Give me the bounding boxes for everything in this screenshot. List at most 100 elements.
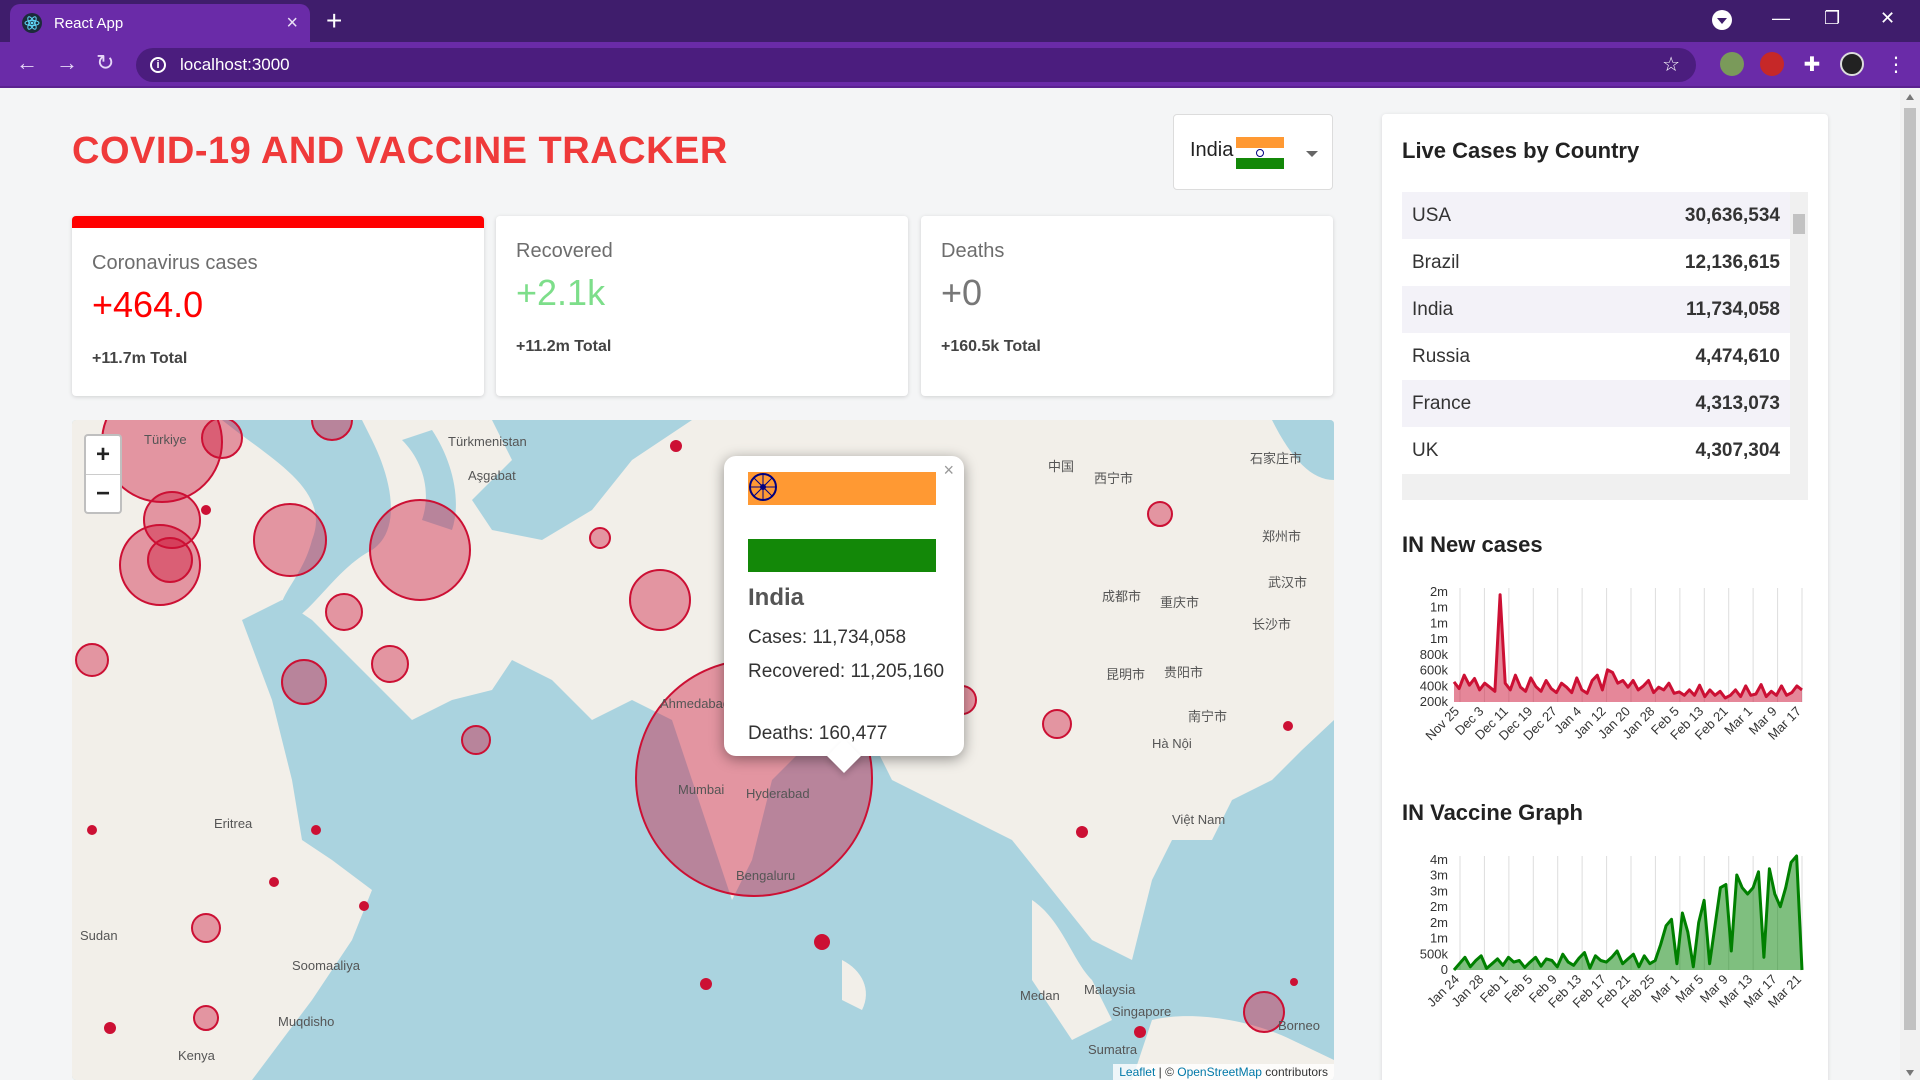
map-label: 成都市 [1102,589,1142,604]
reload-icon[interactable]: ↻ [96,52,114,74]
live-cases-title: Live Cases by Country [1402,138,1640,163]
map-label: Hà Nội [1152,736,1192,751]
table-row: USA 30,636,534 [1402,192,1790,239]
page: COVID-19 AND VACCINE TRACKER India Coron… [0,90,1900,1080]
vaccine-chart-title: IN Vaccine Graph [1402,800,1583,825]
tab-search-icon[interactable] [1712,10,1732,30]
attribution-separator: | © [1155,1065,1178,1079]
browser-tab[interactable]: React App × [10,4,310,42]
map-attribution: Leaflet | © OpenStreetMap contributors [1113,1064,1334,1080]
map-label: Aşgabat [468,468,516,483]
map-label: 贵阳市 [1164,665,1204,680]
card-value: +0 [941,272,983,313]
map-label: Kenya [178,1048,215,1063]
new-tab-icon[interactable]: + [326,7,342,35]
card-title: Deaths [941,240,1005,262]
table-row: Russia 4,474,610 [1402,333,1790,380]
row-country: France [1412,392,1472,414]
y-tick-label: 1m [1430,600,1448,615]
map-label: Việt Nam [1172,812,1226,827]
table-scrollbar[interactable] [1790,192,1808,482]
y-tick-label: 500k [1420,946,1449,961]
table-horizontal-scrollbar[interactable] [1402,482,1790,500]
popup-deaths: Deaths: 160,477 [748,723,888,744]
map-label: Hyderabad [746,786,810,801]
popup-country-name: India [748,584,805,611]
osm-link[interactable]: OpenStreetMap [1177,1065,1262,1079]
card-value: +464.0 [92,284,204,325]
table-row: UK 4,307,304 [1402,427,1790,474]
y-tick-label: 600k [1420,663,1449,678]
chevron-down-icon [1306,151,1318,157]
window-close-icon[interactable]: ✕ [1880,8,1895,29]
y-tick-label: 2m [1430,584,1448,599]
card-title: Coronavirus cases [92,252,258,274]
map-label: Mumbai [678,782,725,797]
map-label: Borneo [1278,1018,1320,1033]
row-country: Brazil [1412,251,1460,273]
table-row: Brazil 12,136,615 [1402,239,1790,286]
country-select[interactable]: India [1173,114,1333,190]
map-label: Eritrea [214,816,253,831]
map-label: 重庆市 [1160,595,1200,610]
card-total: +160.5k Total [941,338,1041,355]
row-cases: 4,474,610 [1695,345,1780,367]
zoom-in-button[interactable]: + [86,436,120,474]
scroll-thumb[interactable] [1904,108,1916,1030]
row-cases: 30,636,534 [1684,204,1780,226]
scroll-up-icon[interactable] [1906,94,1914,100]
puzzle-icon[interactable]: ✚ [1800,52,1824,76]
back-icon[interactable]: ← [16,52,38,74]
india-flag-icon [748,472,936,572]
map[interactable]: Türkiye Türkmenistan Aşgabat 中国 西宁市 Mumb… [72,420,1334,1080]
leaflet-link[interactable]: Leaflet [1119,1065,1155,1079]
y-tick-label: 3m [1430,868,1448,883]
live-cases-table[interactable]: USA 30,636,534 Brazil 12,136,615 India 11,734… [1402,192,1808,500]
chart-area [1454,856,1802,970]
popup-close-button[interactable]: × [943,460,954,481]
zoom-control: + − [84,434,122,514]
more-menu-icon[interactable]: ⋮ [1884,52,1908,76]
y-tick-label: 2m [1430,899,1448,914]
cases-card[interactable]: Coronavirus cases +464.0 +11.7m Total [72,216,484,396]
map-label: Malaysia [1084,982,1136,997]
new-cases-chart: 2m1m1m1m800k600k400k200kNov 25Dec 3Dec 1… [1420,584,1804,743]
info-icon[interactable]: i [150,57,166,73]
attribution-text: contributors [1261,1065,1328,1079]
minimize-icon[interactable]: — [1772,8,1790,29]
new-cases-chart-title: IN New cases [1402,532,1543,557]
y-tick-label: 1m [1430,631,1448,646]
india-flag-icon [1236,137,1284,169]
bookmark-star-icon[interactable]: ☆ [1662,52,1680,77]
map-label: 郑州市 [1262,529,1302,544]
page-scrollbar[interactable] [1900,90,1920,1080]
recovered-card[interactable]: Recovered +2.1k +11.2m Total [496,216,908,396]
close-tab-icon[interactable]: × [286,13,298,33]
extension-icon[interactable] [1720,52,1744,76]
side-panel: Live Cases by Country USA 30,636,534 Brazi… [1382,114,1828,1080]
url-text: localhost:3000 [180,55,290,74]
popup-cases: Cases: 11,734,058 [748,627,907,648]
page-title: COVID-19 AND VACCINE TRACKER [72,130,728,172]
extension-icon[interactable] [1760,52,1784,76]
forward-icon[interactable]: → [56,52,78,74]
table-row: India 11,734,058 [1402,286,1790,333]
row-country: UK [1412,439,1439,461]
map-label: 昆明市 [1106,667,1146,682]
card-value: +2.1k [516,272,606,313]
card-total: +11.7m Total [92,350,188,367]
map-label: Medan [1020,988,1060,1003]
scroll-down-icon[interactable] [1906,1070,1914,1076]
deaths-card[interactable]: Deaths +0 +160.5k Total [921,216,1333,396]
address-bar[interactable]: i localhost:3000 ☆ [136,48,1696,82]
restore-icon[interactable]: ❐ [1824,8,1840,29]
map-label: Sudan [80,928,118,943]
y-tick-label: 200k [1420,694,1449,709]
map-label: Muqdisho [278,1014,335,1029]
map-label: Singapore [1112,1004,1172,1019]
map-label: Ahmedabad [660,696,731,711]
zoom-out-button[interactable]: − [86,474,120,512]
map-label: 南宁市 [1188,709,1228,724]
avatar[interactable] [1840,52,1864,76]
map-label: 武汉市 [1268,575,1308,590]
